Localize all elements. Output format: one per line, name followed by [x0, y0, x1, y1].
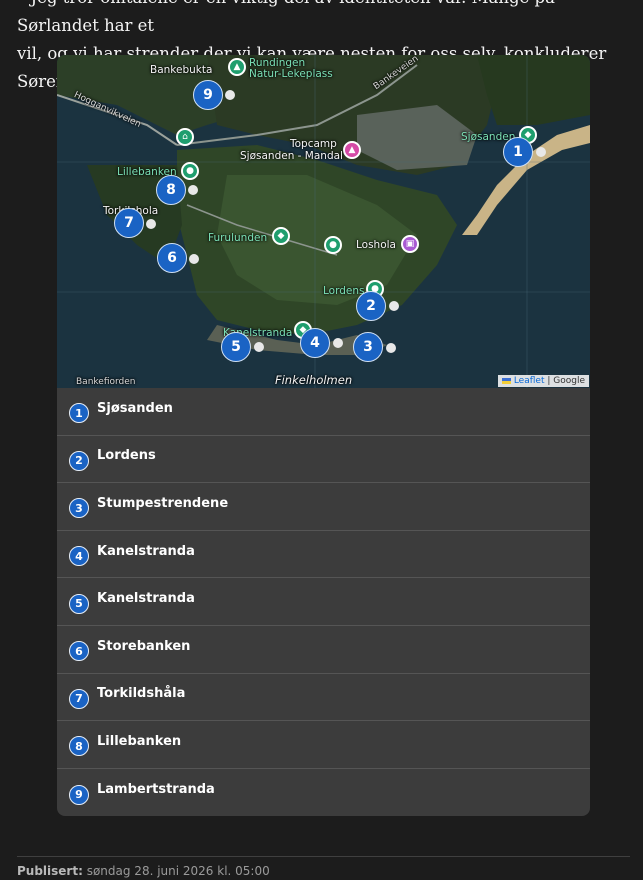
list-item[interactable]: 9 Lambertstranda	[57, 769, 590, 816]
list-item[interactable]: 7 Torkildshåla	[57, 674, 590, 722]
map-label-loshola: Loshola	[356, 239, 396, 251]
map-label-bankebukta: Bankebukta	[150, 64, 213, 76]
map-label-furulunden: Furulunden	[208, 232, 268, 244]
list-item[interactable]: 1 Sjøsanden	[57, 388, 590, 436]
pin-dot	[146, 219, 156, 229]
list-item[interactable]: 4 Kanelstranda	[57, 531, 590, 579]
location-name: Lillebanken	[97, 733, 182, 749]
pin-dot	[536, 147, 546, 157]
pin-dot	[225, 90, 235, 100]
number-badge: 2	[69, 450, 89, 471]
location-name: Sjøsanden	[97, 400, 173, 416]
number-badge: 5	[69, 593, 89, 614]
attribution-separator: |	[544, 376, 554, 386]
footer-divider	[17, 856, 630, 857]
map-pin-4[interactable]: 4	[300, 328, 330, 358]
published-timestamp: Publisert: søndag 28. juni 2026 kl. 05:0…	[17, 864, 270, 878]
map-label-topcamp: Topcamp	[290, 138, 337, 150]
number-badge: 1	[69, 403, 89, 424]
map-label-topcamp-2: Sjøsanden - Mandal	[240, 150, 343, 162]
pin-dot	[333, 338, 343, 348]
location-name: Lordens	[97, 448, 156, 464]
ukraine-flag-icon	[501, 377, 511, 384]
location-name: Lambertstranda	[97, 782, 215, 798]
list-item[interactable]: 8 Lillebanken	[57, 721, 590, 769]
map-pin-5[interactable]: 5	[221, 332, 251, 362]
list-item[interactable]: 6 Storebanken	[57, 626, 590, 674]
location-name: Storebanken	[97, 638, 191, 654]
place-marker-icon[interactable]: ●	[324, 236, 342, 254]
location-name: Kanelstranda	[97, 543, 195, 559]
map-label-rundingen-2: Natur-Lekeplass	[249, 68, 333, 80]
map-widget: ▲ ⌂ ● ▲ ◆ ◆ ● ▣ ● ◆ Bankebukta Rundingen…	[57, 55, 590, 816]
pin-dot	[389, 301, 399, 311]
list-item[interactable]: 5 Kanelstranda	[57, 578, 590, 626]
google-attribution: Google	[553, 376, 585, 386]
map-attribution: Leaflet | Google	[497, 375, 589, 387]
museum-icon[interactable]: ▣	[401, 235, 419, 253]
map-pin-8[interactable]: 8	[156, 175, 186, 205]
pin-dot	[189, 254, 199, 264]
pin-dot	[254, 342, 264, 352]
parking-icon[interactable]: ⌂	[176, 128, 194, 146]
map-pin-6[interactable]: 6	[157, 243, 187, 273]
pin-dot	[188, 185, 198, 195]
place-marker-icon[interactable]: ●	[181, 162, 199, 180]
number-badge: 9	[69, 784, 89, 805]
number-badge: 4	[69, 546, 89, 567]
published-value: søndag 28. juni 2026 kl. 05:00	[82, 864, 270, 878]
leaflet-link[interactable]: Leaflet	[514, 376, 545, 386]
map-pin-3[interactable]: 3	[353, 332, 383, 362]
satellite-map[interactable]: ▲ ⌂ ● ▲ ◆ ◆ ● ▣ ● ◆ Bankebukta Rundingen…	[57, 55, 590, 388]
number-badge: 6	[69, 641, 89, 662]
location-name: Stumpestrendene	[97, 495, 229, 511]
number-badge: 8	[69, 736, 89, 757]
campsite-icon[interactable]: ▲	[343, 141, 361, 159]
map-pin-7[interactable]: 7	[114, 208, 144, 238]
playground-icon[interactable]: ▲	[228, 58, 246, 76]
published-label: Publisert:	[17, 864, 83, 878]
number-badge: 3	[69, 498, 89, 519]
map-label-lordens: Lordens	[323, 285, 365, 297]
article-line-1: – Jeg tror omtalene er en viktig del av …	[17, 0, 555, 35]
location-name: Torkildshåla	[97, 686, 186, 702]
map-pin-1[interactable]: 1	[503, 137, 533, 167]
pin-dot	[386, 343, 396, 353]
map-pin-2[interactable]: 2	[356, 291, 386, 321]
map-label-finkelholmen: Finkelholmen	[275, 373, 353, 387]
map-pin-9[interactable]: 9	[193, 80, 223, 110]
location-name: Kanelstranda	[97, 591, 195, 607]
list-item[interactable]: 3 Stumpestrendene	[57, 483, 590, 531]
number-badge: 7	[69, 688, 89, 709]
location-list: 1 Sjøsanden 2 Lordens 3 Stumpestrendene …	[57, 388, 590, 816]
list-item[interactable]: 2 Lordens	[57, 436, 590, 484]
map-label-bankefiorden: Bankefiorden	[76, 377, 136, 387]
picnic-icon[interactable]: ◆	[272, 227, 290, 245]
